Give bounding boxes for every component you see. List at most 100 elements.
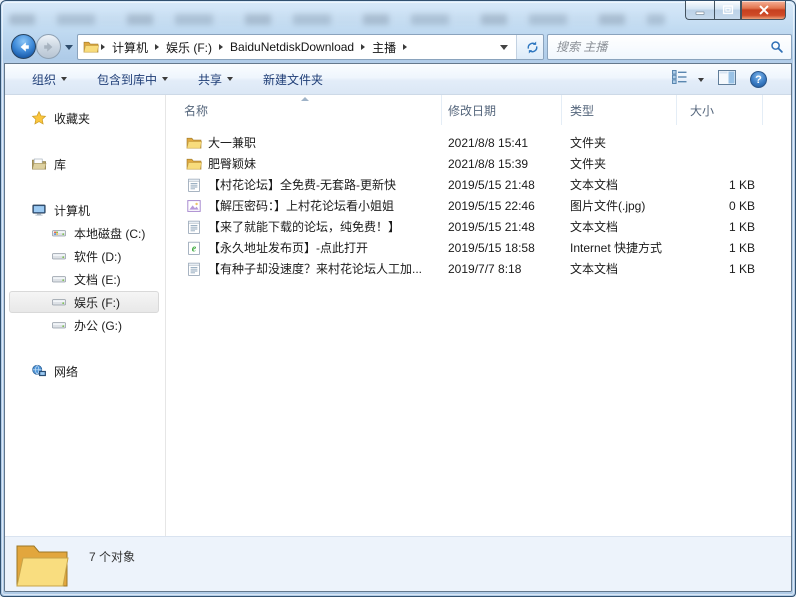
file-name: 【有种子却没速度？来村花论坛人工加... [208, 260, 422, 277]
library-icon [31, 156, 47, 172]
breadcrumb-item[interactable]: BaiduNetdiskDownload [225, 40, 359, 54]
file-type: 文件夹 [562, 134, 677, 151]
file-type: Internet 快捷方式 [562, 239, 677, 256]
glass-blur-decoration [9, 14, 665, 25]
minimize-button[interactable] [685, 1, 714, 20]
sidebar-item-libraries[interactable]: 库 [5, 154, 165, 174]
file-row[interactable]: 【解压密码：】上村花论坛看小姐姐2019/5/15 22:46图片文件(.jpg… [168, 195, 791, 216]
client-area: 组织 包含到库中 共享 新建文件夹 ? 收藏夹库计算机 [4, 63, 792, 592]
ie-icon: e [186, 240, 202, 256]
sidebar-item-label: 计算机 [54, 202, 90, 219]
dropdown-caret-icon [227, 77, 233, 81]
sidebar-item-label: 库 [54, 156, 66, 173]
sidebar-item-drive-f[interactable]: 娱乐 (F:) [5, 292, 165, 312]
explorer-window: 计算机娱乐 (F:)BaiduNetdiskDownload主播 组织包含到库中… [0, 0, 796, 597]
toolbar-button-label: 组织 [32, 71, 56, 88]
sidebar-item-label: 文档 (E:) [74, 271, 121, 288]
maximize-button[interactable] [714, 1, 741, 20]
change-view-button[interactable] [672, 70, 704, 89]
file-row[interactable]: 【有种子却没速度？来村花论坛人工加...2019/7/7 8:18文本文档1 K… [168, 258, 791, 279]
file-name-cell: 【解压密码：】上村花论坛看小姐姐 [168, 197, 442, 214]
folder-icon [186, 156, 202, 172]
file-type: 文本文档 [562, 260, 677, 277]
dropdown-caret-icon [61, 77, 67, 81]
maximize-icon [720, 2, 736, 18]
file-name: 大一兼职 [208, 134, 256, 151]
toolbar-items: 组织 包含到库中 共享 新建文件夹 [32, 71, 353, 88]
address-dropdown-caret-icon[interactable] [500, 45, 508, 50]
big-folder-icon [15, 541, 69, 592]
toolbar-right: ? [672, 64, 767, 95]
sidebar-item-label: 娱乐 (F:) [74, 294, 120, 311]
search-input[interactable] [548, 40, 770, 54]
breadcrumb: 计算机娱乐 (F:) BaiduNetdiskDownload 主播 [99, 35, 496, 59]
folder-icon [186, 135, 202, 151]
sidebar-item-network[interactable]: 网络 [5, 361, 165, 381]
breadcrumb-item[interactable]: 主播 [367, 39, 401, 56]
sidebar-item-drive-d[interactable]: 软件 (D:) [5, 246, 165, 266]
toolbar-button-new-folder[interactable]: 新建文件夹 [263, 71, 323, 88]
disk-windows-icon [51, 225, 67, 241]
file-type: 图片文件(.jpg) [562, 197, 677, 214]
file-size: 1 KB [677, 241, 763, 255]
minimize-icon [692, 2, 708, 18]
breadcrumb-item[interactable]: 娱乐 (F:) [161, 39, 217, 56]
star-icon [31, 110, 47, 126]
list-header: 名称 修改日期 类型大小 [168, 95, 791, 125]
file-row[interactable]: 【来了就能下载的论坛，纯免费！】2019/5/15 21:48文本文档1 KB [168, 216, 791, 237]
file-name-cell: 肥臀颖妹 [168, 155, 442, 172]
sidebar-item-favorites[interactable]: 收藏夹 [5, 108, 165, 128]
column-header-1[interactable]: 修改日期 [442, 95, 562, 125]
breadcrumb-separator-icon [361, 44, 365, 50]
sidebar-item-label: 网络 [54, 363, 78, 380]
sidebar-item-drive-c[interactable]: 本地磁盘 (C:) [5, 223, 165, 243]
close-button[interactable] [741, 1, 786, 20]
breadcrumb-separator-icon [101, 44, 105, 50]
refresh-button[interactable] [516, 35, 543, 59]
sidebar-item-label: 办公 (G:) [74, 317, 122, 334]
list-view-icon [672, 70, 687, 89]
column-header-3[interactable]: 大小 [677, 95, 763, 125]
file-row[interactable]: 大一兼职2021/8/8 15:41文件夹 [168, 132, 791, 153]
text-icon [186, 261, 202, 277]
file-size: 1 KB [677, 220, 763, 234]
item-count: 7 个对象 [89, 548, 135, 565]
preview-pane-button[interactable] [718, 70, 736, 90]
text-icon [186, 219, 202, 235]
file-row[interactable]: e【永久地址发布页】-点此打开2019/5/15 18:58Internet 快… [168, 237, 791, 258]
file-date: 2019/5/15 21:48 [442, 220, 562, 234]
file-row[interactable]: 肥臀颖妹2021/8/8 15:39文件夹 [168, 153, 791, 174]
forward-button[interactable] [36, 34, 61, 59]
recent-pages-chevron-icon[interactable] [65, 45, 73, 50]
column-header-label: 修改日期 [448, 102, 496, 119]
network-icon [31, 363, 47, 379]
toolbar-button-share[interactable]: 共享 [198, 71, 233, 88]
preview-pane-icon [718, 70, 736, 90]
address-bar[interactable]: 计算机娱乐 (F:) BaiduNetdiskDownload 主播 [77, 34, 544, 60]
sidebar-item-drive-g[interactable]: 办公 (G:) [5, 315, 165, 335]
image-icon [186, 198, 202, 214]
column-header-label: 名称 [184, 102, 208, 119]
help-button[interactable]: ? [750, 71, 767, 88]
toolbar: 组织 包含到库中 共享 新建文件夹 ? [5, 64, 791, 95]
file-name-cell: 【有种子却没速度？来村花论坛人工加... [168, 260, 442, 277]
toolbar-button-include-in-library[interactable]: 包含到库中 [97, 71, 168, 88]
toolbar-button-organize[interactable]: 组织 [32, 71, 67, 88]
back-button[interactable] [11, 34, 36, 59]
close-icon [756, 2, 772, 18]
file-name-cell: 大一兼职 [168, 134, 442, 151]
breadcrumb-item[interactable]: 计算机 [107, 39, 153, 56]
file-rows: 大一兼职2021/8/8 15:41文件夹肥臀颖妹2021/8/8 15:39文… [168, 132, 791, 279]
title-bar[interactable] [1, 1, 795, 31]
file-name: 肥臀颖妹 [208, 155, 256, 172]
column-header-2[interactable]: 类型 [562, 95, 677, 125]
navigation-bar: 计算机娱乐 (F:) BaiduNetdiskDownload 主播 [4, 31, 792, 63]
sidebar-item-drive-e[interactable]: 文档 (E:) [5, 269, 165, 289]
file-row[interactable]: 【村花论坛】全免费-无套路-更新快2019/5/15 21:48文本文档1 KB [168, 174, 791, 195]
sidebar: 收藏夹库计算机本地磁盘 (C:) 软件 (D:) 文档 (E:) 娱乐 (F:) 办公 … [5, 95, 166, 536]
file-name-cell: 【村花论坛】全免费-无套路-更新快 [168, 176, 442, 193]
text-icon [186, 177, 202, 193]
file-name-cell: e【永久地址发布页】-点此打开 [168, 239, 442, 256]
sidebar-item-computer[interactable]: 计算机 [5, 200, 165, 220]
file-size: 1 KB [677, 178, 763, 192]
